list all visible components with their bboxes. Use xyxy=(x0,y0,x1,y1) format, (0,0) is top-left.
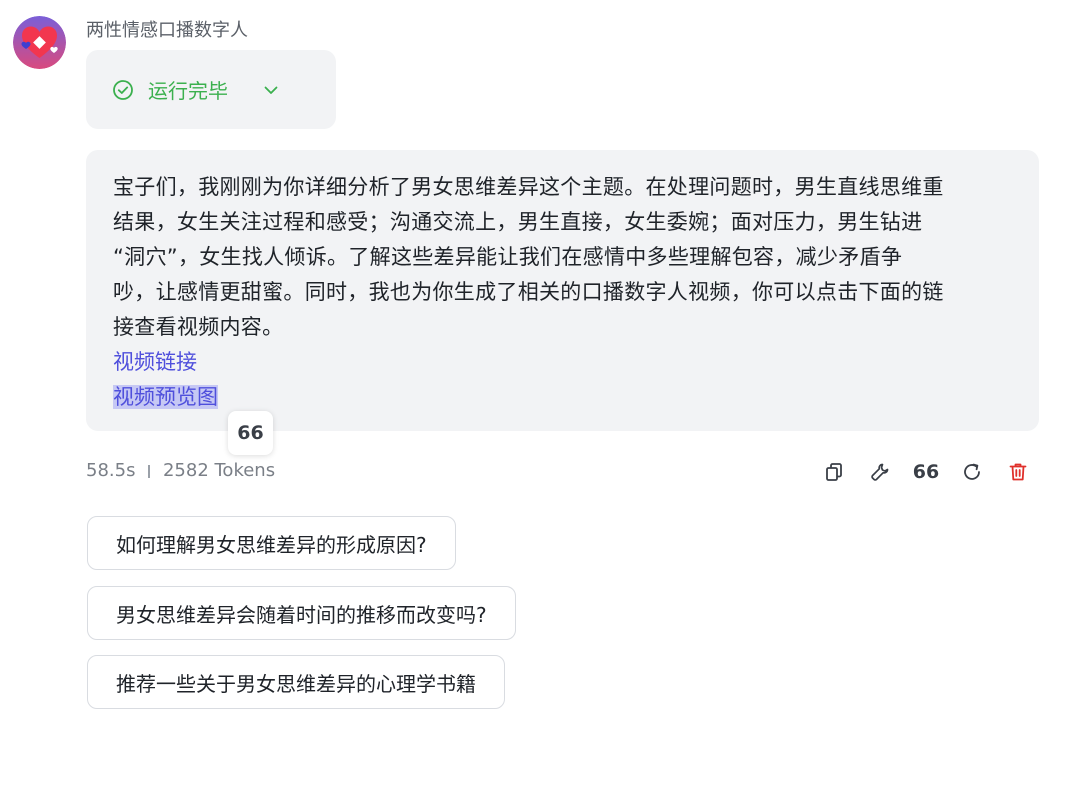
quote-selection-button[interactable]: 66 xyxy=(228,411,273,455)
bot-name: 两性情感口播数字人 xyxy=(86,20,248,41)
video-preview-link[interactable]: 视频预览图 xyxy=(113,380,1015,415)
check-circle-icon xyxy=(113,79,133,100)
message-meta: 58.5s 2582 Tokens xyxy=(86,458,275,484)
response-time: 58.5s xyxy=(86,460,136,481)
video-link[interactable]: 视频链接 xyxy=(113,345,1015,380)
wrench-icon xyxy=(871,463,889,481)
heart-avatar-icon xyxy=(13,16,66,69)
copy-icon xyxy=(826,463,842,481)
bot-avatar[interactable] xyxy=(13,16,66,69)
edit-button[interactable] xyxy=(866,458,894,486)
copy-button[interactable] xyxy=(820,458,848,486)
suggestion-chip[interactable]: 推荐一些关于男女思维差异的心理学书籍 xyxy=(87,655,505,709)
run-status-text: 运行完毕 xyxy=(148,79,228,103)
quote-icon: 66 xyxy=(912,461,940,483)
quote-button[interactable]: 66 xyxy=(912,458,940,486)
run-status-toggle[interactable]: 运行完毕 xyxy=(86,50,336,129)
assistant-message: 宝子们，我刚刚为你详细分析了男女思维差异这个主题。在处理问题时，男生直线思维重 … xyxy=(86,150,1039,431)
chevron-down-icon[interactable] xyxy=(262,81,280,99)
suggestion-chip[interactable]: 男女思维差异会随着时间的推移而改变吗? xyxy=(87,586,516,640)
quote-icon: 66 xyxy=(237,422,264,444)
message-actions: 66 xyxy=(820,458,1032,486)
regenerate-button[interactable] xyxy=(958,458,986,486)
trash-icon xyxy=(1009,463,1027,481)
token-count: 2582 Tokens xyxy=(162,460,276,481)
message-line: 接查看视频内容。 xyxy=(113,315,284,339)
message-line: 吵，让感情更甜蜜。同时，我也为你生成了相关的口播数字人视频，你可以点击下面的链 xyxy=(113,280,944,304)
refresh-icon xyxy=(964,463,980,480)
suggestion-chip[interactable]: 如何理解男女思维差异的形成原因? xyxy=(87,516,456,570)
meta-divider xyxy=(148,464,150,478)
message-body: 宝子们，我刚刚为你详细分析了男女思维差异这个主题。在处理问题时，男生直线思维重 … xyxy=(113,170,1015,345)
message-line: 宝子们，我刚刚为你详细分析了男女思维差异这个主题。在处理问题时，男生直线思维重 xyxy=(113,175,944,199)
delete-button[interactable] xyxy=(1004,458,1032,486)
video-preview-link-text: 视频预览图 xyxy=(113,385,218,409)
message-line: 结果，女生关注过程和感受；沟通交流上，男生直接，女生委婉；面对压力，男生钻进 xyxy=(113,210,923,234)
message-line: “洞穴”，女生找人倾诉。了解这些差异能让我们在感情中多些理解包容，减少矛盾争 xyxy=(113,245,903,269)
